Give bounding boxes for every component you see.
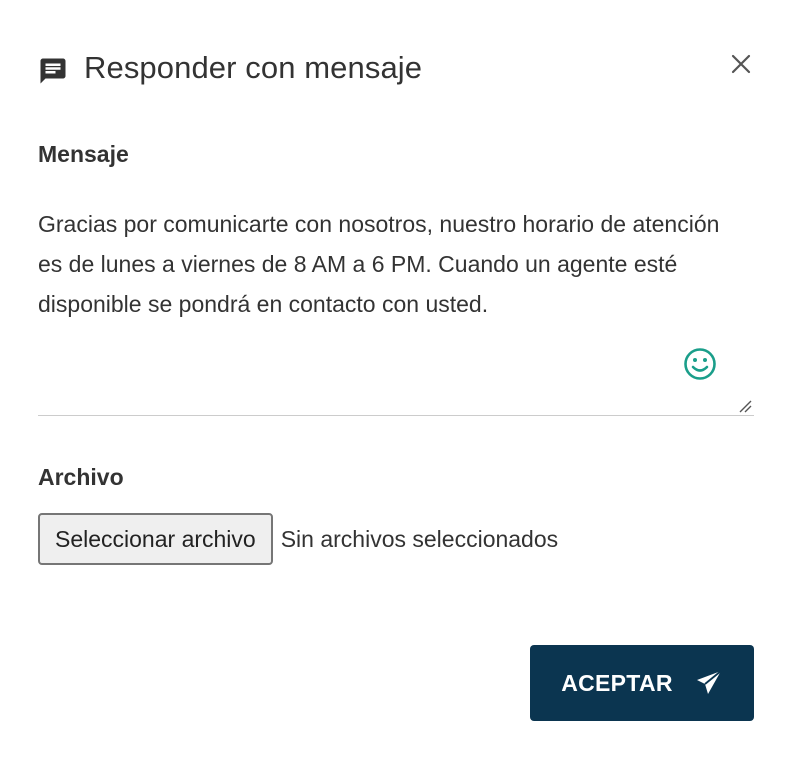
dialog-header: Responder con mensaje [38,44,422,92]
smiley-icon [684,348,716,380]
send-icon [695,669,723,697]
accept-label: ACEPTAR [561,669,673,696]
message-text[interactable]: Gracias por comunicarte con nosotros, nu… [38,204,738,324]
message-label: Mensaje [38,141,129,167]
close-icon [731,54,751,74]
file-input[interactable]: Seleccionar archivo Sin archivos selecci… [38,513,558,565]
resize-handle-icon[interactable] [738,399,752,413]
accept-button[interactable]: ACEPTAR [530,645,754,721]
close-button[interactable] [727,50,755,78]
reply-dialog: Responder con mensaje Mensaje Gracias po… [0,0,787,761]
select-file-button[interactable]: Seleccionar archivo [38,513,273,565]
file-label: Archivo [38,464,124,490]
dialog-title: Responder con mensaje [84,50,423,85]
emoji-button[interactable] [683,347,717,381]
message-textarea[interactable]: Gracias por comunicarte con nosotros, nu… [38,204,754,416]
file-status: Sin archivos seleccionados [280,525,559,552]
message-icon [38,56,68,86]
